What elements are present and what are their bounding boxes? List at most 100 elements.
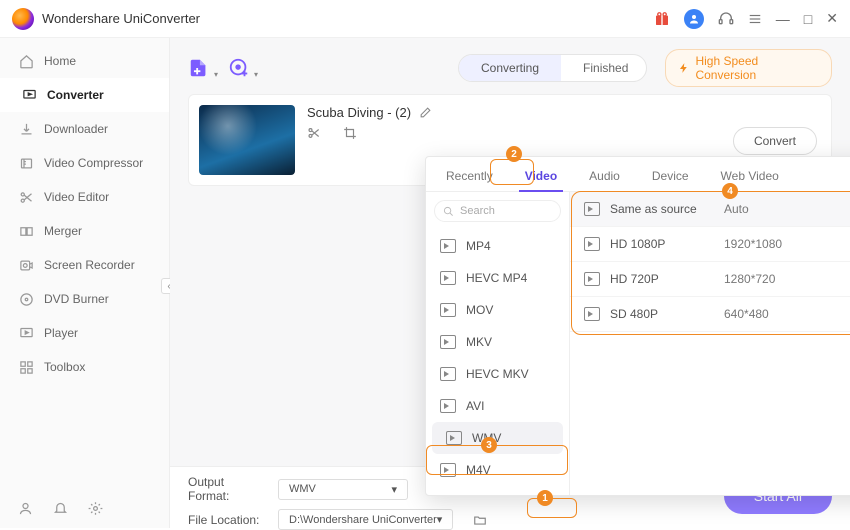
search-placeholder: Search: [460, 205, 495, 217]
user-avatar-icon[interactable]: [684, 9, 704, 29]
video-format-icon: [440, 239, 456, 253]
resolution-icon: [584, 237, 600, 251]
high-speed-badge[interactable]: High Speed Conversion: [665, 49, 832, 87]
format-mkv[interactable]: MKV: [426, 326, 569, 358]
sidebar-item-merger[interactable]: Merger: [0, 214, 169, 248]
callout-number-2: 2: [506, 146, 522, 162]
video-format-icon: [440, 271, 456, 285]
titlebar: Wondershare UniConverter — □ ✕: [0, 0, 850, 38]
user-icon[interactable]: [18, 501, 33, 516]
resolution-row[interactable]: HD 720P1280*720: [570, 262, 850, 297]
play-icon: [18, 325, 34, 341]
content-area: ▾ ▾ Converting Finished High Speed Conve…: [170, 38, 850, 528]
sidebar-item-label: Toolbox: [44, 360, 85, 374]
open-folder-icon[interactable]: [473, 513, 487, 527]
video-format-icon: [440, 303, 456, 317]
format-search-input[interactable]: Search: [434, 200, 561, 222]
sidebar-item-label: Video Editor: [44, 190, 109, 204]
resolution-icon: [584, 307, 600, 321]
sidebar-item-label: DVD Burner: [44, 292, 109, 306]
video-thumbnail[interactable]: [199, 105, 295, 175]
resolution-row[interactable]: Same as sourceAuto: [570, 192, 850, 227]
video-format-icon: [440, 335, 456, 349]
crop-icon[interactable]: [343, 126, 357, 140]
sidebar-item-label: Video Compressor: [44, 156, 143, 170]
status-segment: Converting Finished: [458, 54, 647, 82]
sidebar-item-recorder[interactable]: Screen Recorder: [0, 248, 169, 282]
sidebar-item-home[interactable]: Home: [0, 44, 169, 78]
converter-icon: [21, 87, 37, 103]
bell-icon[interactable]: [53, 501, 68, 516]
format-wmv[interactable]: WMV: [432, 422, 563, 454]
sidebar-item-label: Home: [44, 54, 76, 68]
app-title: Wondershare UniConverter: [42, 11, 654, 26]
compress-icon: [18, 155, 34, 171]
callout-number-4: 4: [722, 183, 738, 199]
hamburger-menu-icon[interactable]: [748, 12, 762, 26]
file-location-label: File Location:: [188, 513, 268, 527]
trim-icon[interactable]: [307, 126, 321, 140]
resolution-list: Same as sourceAuto HD 1080P1920*1080 HD …: [570, 192, 850, 495]
chevron-down-icon: ▾: [391, 483, 397, 496]
popup-tab-video[interactable]: Video: [519, 165, 563, 191]
edit-title-icon[interactable]: [419, 106, 432, 119]
format-mov[interactable]: MOV: [426, 294, 569, 326]
sidebar-item-label: Converter: [47, 88, 104, 102]
sidebar-item-player[interactable]: Player: [0, 316, 169, 350]
sidebar-item-converter[interactable]: Converter: [0, 78, 169, 112]
convert-button[interactable]: Convert: [733, 127, 817, 155]
output-format-label: Output Format:: [188, 475, 268, 503]
grid-icon: [18, 359, 34, 375]
sidebar-item-downloader[interactable]: Downloader: [0, 112, 169, 146]
home-icon: [18, 53, 34, 69]
sidebar-item-label: Screen Recorder: [44, 258, 135, 272]
support-icon[interactable]: [718, 11, 734, 27]
tab-converting[interactable]: Converting: [459, 55, 561, 81]
sidebar: Home Converter Downloader Video Compress…: [0, 38, 170, 528]
callout-number-3: 3: [481, 437, 497, 453]
sidebar-item-toolbox[interactable]: Toolbox: [0, 350, 169, 384]
resolution-row[interactable]: HD 1080P1920*1080: [570, 227, 850, 262]
callout-number-1: 1: [537, 490, 553, 506]
settings-icon[interactable]: [88, 501, 103, 516]
hsc-label: High Speed Conversion: [695, 54, 819, 82]
resolution-icon: [584, 272, 600, 286]
format-hevc-mp4[interactable]: HEVC MP4: [426, 262, 569, 294]
file-title: Scuba Diving - (2): [307, 105, 411, 120]
popup-tab-device[interactable]: Device: [646, 165, 695, 191]
sidebar-item-label: Player: [44, 326, 78, 340]
video-format-icon: [440, 367, 456, 381]
gift-icon[interactable]: [654, 11, 670, 27]
format-mp4[interactable]: MP4: [426, 230, 569, 262]
resolution-row[interactable]: SD 480P640*480: [570, 297, 850, 332]
sidebar-item-label: Merger: [44, 224, 82, 238]
popup-tab-recently[interactable]: Recently: [440, 165, 499, 191]
video-format-icon: [440, 399, 456, 413]
chevron-down-icon: ▾: [437, 513, 443, 526]
sidebar-item-compressor[interactable]: Video Compressor: [0, 146, 169, 180]
sidebar-item-editor[interactable]: Video Editor: [0, 180, 169, 214]
format-m4v[interactable]: M4V: [426, 454, 569, 486]
add-file-button[interactable]: ▾: [188, 57, 210, 79]
video-format-icon: [440, 463, 456, 477]
format-hevc-mkv[interactable]: HEVC MKV: [426, 358, 569, 390]
download-icon: [18, 121, 34, 137]
scissors-icon: [18, 189, 34, 205]
sidebar-item-label: Downloader: [44, 122, 108, 136]
tab-finished[interactable]: Finished: [561, 55, 647, 81]
sidebar-item-dvd[interactable]: DVD Burner: [0, 282, 169, 316]
maximize-icon[interactable]: □: [804, 11, 812, 27]
video-format-icon: [446, 431, 462, 445]
minimize-icon[interactable]: —: [776, 11, 790, 27]
output-format-select[interactable]: WMV▾: [278, 479, 408, 500]
app-logo-icon: [12, 8, 34, 30]
format-avi[interactable]: AVI: [426, 390, 569, 422]
add-disc-button[interactable]: ▾: [228, 57, 250, 79]
toolbar: ▾ ▾ Converting Finished High Speed Conve…: [188, 48, 832, 88]
file-location-select[interactable]: D:\Wondershare UniConverter▾: [278, 509, 453, 530]
resolution-icon: [584, 202, 600, 216]
merge-icon: [18, 223, 34, 239]
format-list: Search MP4 HEVC MP4 MOV MKV HEVC MKV AVI…: [426, 192, 570, 495]
popup-tab-audio[interactable]: Audio: [583, 165, 626, 191]
close-icon[interactable]: ✕: [826, 10, 838, 27]
